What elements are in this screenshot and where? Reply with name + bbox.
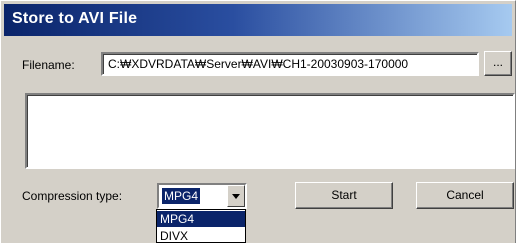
filename-field[interactable]: C:₩XDVRDATA₩Server₩AVI₩CH1-20030903-1700…: [101, 52, 479, 76]
store-to-avi-dialog: Store to AVI File Filename: C:₩XDVRDATA₩…: [0, 0, 516, 243]
window-title: Store to AVI File: [12, 10, 138, 27]
start-button[interactable]: Start: [295, 182, 393, 209]
chevron-down-icon[interactable]: [227, 185, 245, 207]
title-bar[interactable]: Store to AVI File: [4, 4, 512, 36]
dropdown-option-mpg4[interactable]: MPG4: [157, 211, 245, 227]
cancel-button[interactable]: Cancel: [416, 182, 514, 209]
compression-type-select[interactable]: MPG4: [157, 183, 247, 209]
compression-selected-value: MPG4: [162, 188, 201, 204]
filename-label: Filename:: [22, 58, 75, 72]
browse-button[interactable]: ...: [484, 51, 512, 76]
compression-dropdown-list: MPG4 DIVX: [156, 209, 246, 243]
log-text-area[interactable]: [25, 93, 515, 169]
compression-type-label: Compression type:: [22, 189, 123, 203]
dropdown-option-divx[interactable]: DIVX: [157, 228, 245, 242]
